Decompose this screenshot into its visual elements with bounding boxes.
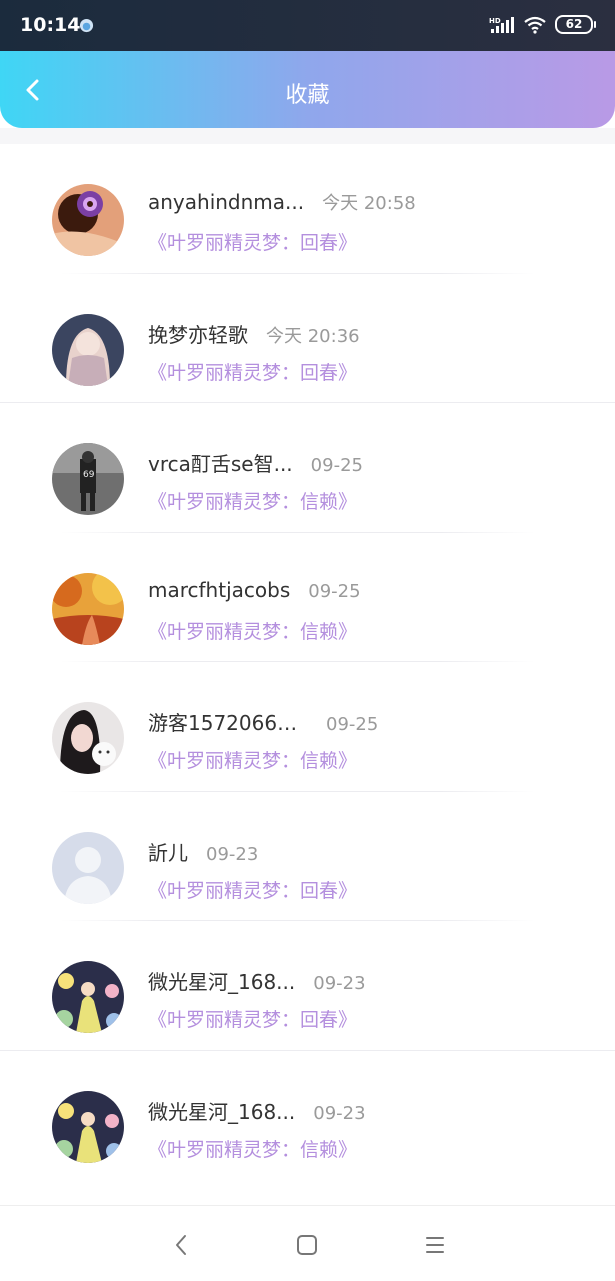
timestamp: 09-25 xyxy=(310,455,363,476)
list-item[interactable]: 訢儿 09-23 《叶罗丽精灵梦：回春》 xyxy=(0,792,615,921)
status-indicators: HD 62 xyxy=(489,15,596,34)
app-header: 收藏 xyxy=(0,51,615,128)
page-title: 收藏 xyxy=(285,83,330,108)
svg-text:69: 69 xyxy=(83,470,95,480)
user-name: 游客15720662... xyxy=(148,711,308,735)
timestamp: 09-23 xyxy=(313,1102,366,1124)
work-title-link[interactable]: 《叶罗丽精灵梦：回春》 xyxy=(148,876,357,903)
user-name: 挽梦亦轻歌 xyxy=(148,322,248,347)
timestamp: 今天 20:36 xyxy=(266,325,360,347)
avatar[interactable] xyxy=(52,961,124,1033)
avatar[interactable] xyxy=(52,313,124,386)
notification-icon xyxy=(79,18,94,33)
work-title-link[interactable]: 《叶罗丽精灵梦：回春》 xyxy=(148,228,357,255)
avatar[interactable]: 69 xyxy=(52,443,124,515)
user-name: 微光星河_168... xyxy=(148,1099,296,1124)
work-title-link[interactable]: 《叶罗丽精灵梦：信赖》 xyxy=(148,746,357,773)
user-name: anyahindnma... xyxy=(148,190,305,214)
user-name: marcfhtjacobs xyxy=(148,577,291,602)
list-item[interactable]: marcfhtjacobs 09-25 《叶罗丽精灵梦：信赖》 xyxy=(0,533,615,662)
user-name: 訢儿 xyxy=(148,840,188,865)
status-bar: 10:14 HD 62 xyxy=(0,0,615,51)
work-title-link[interactable]: 《叶罗丽精灵梦：信赖》 xyxy=(148,487,357,514)
nav-menu-icon[interactable] xyxy=(420,1230,450,1260)
list-item[interactable]: 69 vrca酊舌se智... 09-25 《叶罗丽精灵梦：信赖》 xyxy=(0,403,615,533)
timestamp: 今天 20:58 xyxy=(322,193,416,214)
nav-home-icon[interactable] xyxy=(292,1230,322,1260)
timestamp: 09-23 xyxy=(206,843,259,865)
avatar[interactable] xyxy=(52,1090,124,1163)
list-item[interactable]: 微光星河_168... 09-23 《叶罗丽精灵梦：回春》 xyxy=(0,921,615,1051)
favorites-list: anyahindnma... 今天 20:58 《叶罗丽精灵梦：回春》 挽梦亦轻… xyxy=(0,144,615,1180)
system-nav-bar xyxy=(0,1205,615,1281)
timestamp: 09-25 xyxy=(326,714,379,735)
list-item[interactable]: 微光星河_168... 09-23 《叶罗丽精灵梦：信赖》 xyxy=(0,1051,615,1181)
wifi-icon xyxy=(524,16,546,34)
svg-text:HD: HD xyxy=(489,17,501,25)
work-title-link[interactable]: 《叶罗丽精灵梦：信赖》 xyxy=(148,1135,357,1162)
timestamp: 09-25 xyxy=(308,580,361,602)
list-item[interactable]: 挽梦亦轻歌 今天 20:36 《叶罗丽精灵梦：回春》 xyxy=(0,274,615,403)
work-title-link[interactable]: 《叶罗丽精灵梦：信赖》 xyxy=(148,617,357,644)
avatar[interactable] xyxy=(52,702,124,774)
header-spacer xyxy=(0,128,615,144)
work-title-link[interactable]: 《叶罗丽精灵梦：回春》 xyxy=(148,358,357,385)
user-name: vrca酊舌se智... xyxy=(148,452,293,476)
signal-icon: HD xyxy=(489,16,514,33)
list-item[interactable]: anyahindnma... 今天 20:58 《叶罗丽精灵梦：回春》 xyxy=(0,144,615,274)
timestamp: 09-23 xyxy=(313,973,366,994)
avatar[interactable] xyxy=(52,572,124,645)
avatar[interactable] xyxy=(52,184,124,256)
battery-indicator: 62 xyxy=(555,15,596,34)
list-item[interactable]: 游客15720662... 09-25 《叶罗丽精灵梦：信赖》 xyxy=(0,662,615,792)
user-name: 微光星河_168... xyxy=(148,970,296,994)
status-time: 10:14 xyxy=(20,14,81,36)
nav-back-icon[interactable] xyxy=(166,1230,196,1260)
work-title-link[interactable]: 《叶罗丽精灵梦：回春》 xyxy=(148,1005,357,1032)
avatar[interactable] xyxy=(52,831,124,904)
